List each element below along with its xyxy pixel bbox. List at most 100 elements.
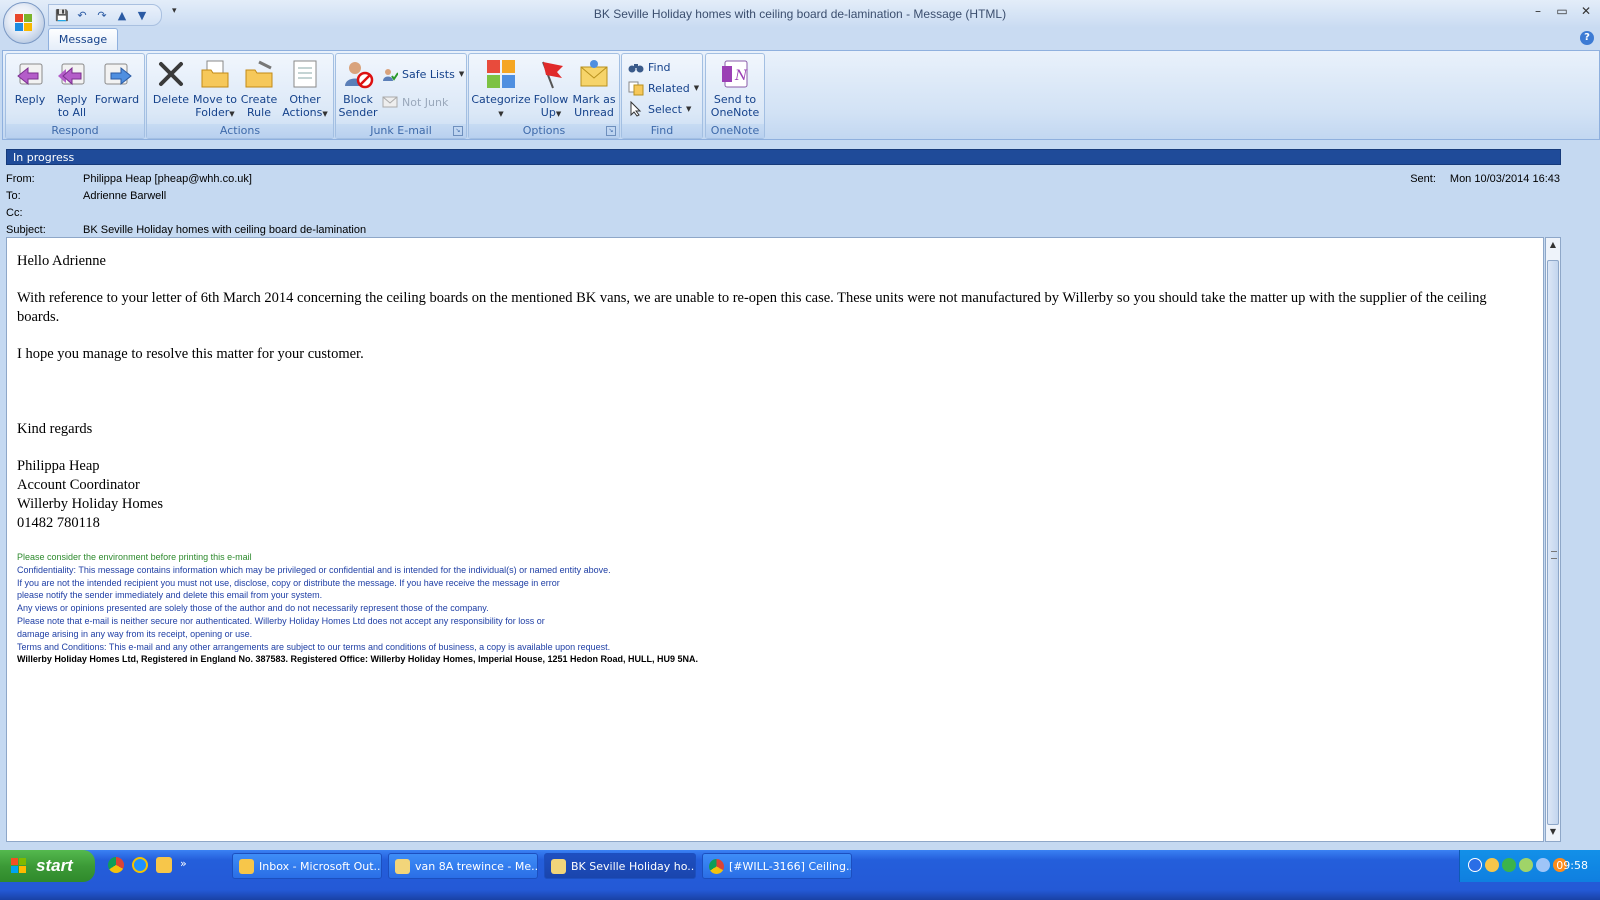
group-label-options: Options bbox=[469, 124, 619, 138]
monitor-icon[interactable] bbox=[1536, 858, 1550, 872]
office-button[interactable] bbox=[3, 2, 45, 44]
taskbar-item[interactable]: Inbox - Microsoft Out... bbox=[232, 853, 382, 879]
sent-value: Mon 10/03/2014 16:43 bbox=[1449, 173, 1560, 185]
clock[interactable]: 09:58 bbox=[1556, 859, 1588, 872]
reply-button[interactable]: Reply bbox=[10, 58, 50, 106]
quick-launch-overflow-icon[interactable]: » bbox=[180, 857, 187, 873]
reply-all-icon bbox=[56, 58, 88, 90]
outlook-tray-icon[interactable] bbox=[1485, 858, 1499, 872]
mark-as-unread-button[interactable]: Mark as Unread bbox=[571, 58, 617, 119]
forward-icon bbox=[101, 58, 133, 90]
dialog-launcher-icon[interactable]: ↘ bbox=[606, 126, 616, 136]
find-button[interactable]: Find bbox=[628, 58, 671, 76]
send-to-onenote-button[interactable]: N Send to OneNote bbox=[708, 58, 762, 119]
internet-explorer-icon[interactable] bbox=[132, 857, 148, 873]
disclaimer-line: Please note that e-mail is neither secur… bbox=[17, 615, 545, 626]
signature-title: Account Coordinator bbox=[17, 477, 140, 493]
create-rule-button[interactable]: Create Rule bbox=[239, 58, 279, 119]
disclaimer-line: If you are not the intended recipient yo… bbox=[17, 577, 560, 588]
chrome-icon bbox=[709, 859, 724, 874]
block-sender-icon bbox=[342, 58, 374, 90]
from-value[interactable]: Philippa Heap [pheap@whh.co.uk] bbox=[83, 173, 252, 185]
move-to-folder-button[interactable]: Move to Folder▼ bbox=[191, 58, 239, 121]
outlook-icon[interactable] bbox=[156, 857, 172, 873]
taskbar-item[interactable]: van 8A trewince - Me... bbox=[388, 853, 538, 879]
safe-lists-icon bbox=[382, 66, 399, 82]
office-logo-icon bbox=[15, 14, 33, 32]
outlook-icon bbox=[239, 859, 254, 874]
chrome-icon[interactable] bbox=[108, 857, 124, 873]
help-icon[interactable]: ? bbox=[1580, 31, 1594, 45]
svg-text:N: N bbox=[734, 68, 748, 84]
vertical-scrollbar[interactable]: ▲ ▼ bbox=[1545, 237, 1561, 842]
not-junk-icon bbox=[382, 94, 398, 110]
windows-flag-icon bbox=[11, 858, 27, 874]
title-bar: 💾 ↶ ↷ ▲ ▼ ▾ BK Seville Holiday homes wit… bbox=[0, 0, 1600, 28]
disclaimer-line: Please consider the environment before p… bbox=[17, 552, 252, 562]
message-body[interactable]: Hello Adrienne With reference to your le… bbox=[6, 237, 1544, 842]
ribbon-tab-row: Message ? bbox=[0, 28, 1600, 51]
tab-message[interactable]: Message bbox=[48, 28, 118, 51]
categorize-icon bbox=[485, 58, 517, 90]
forward-button[interactable]: Forward bbox=[94, 58, 140, 106]
system-tray: 09:58 bbox=[1459, 850, 1600, 882]
to-value[interactable]: Adrienne Barwell bbox=[83, 190, 166, 202]
block-sender-button[interactable]: Block Sender bbox=[338, 58, 378, 119]
chevron-down-icon: ▼ bbox=[498, 110, 504, 118]
select-button[interactable]: Select ▼ bbox=[628, 100, 691, 118]
safe-lists-button[interactable]: Safe Lists ▼ bbox=[382, 65, 464, 83]
from-label: From: bbox=[6, 173, 35, 185]
disclaimer-line: please notify the sender immediately and… bbox=[17, 590, 323, 601]
group-actions: Delete Move to Folder▼ Create Rule Other… bbox=[146, 53, 334, 139]
related-icon bbox=[628, 80, 644, 96]
start-button[interactable]: start bbox=[0, 850, 95, 882]
disclaimer-line: Willerby Holiday Homes Ltd, Registered i… bbox=[17, 654, 698, 665]
scrollbar-thumb[interactable] bbox=[1547, 260, 1559, 825]
taskbar-item[interactable]: [#WILL-3166] Ceiling... bbox=[702, 853, 852, 879]
delete-button[interactable]: Delete bbox=[151, 58, 191, 106]
categorize-button[interactable]: Categorize ▼ bbox=[471, 58, 531, 121]
disclaimer-line: Terms and Conditions: This e-mail and an… bbox=[17, 641, 611, 652]
disclaimer-line: damage arising in any way from its recei… bbox=[17, 628, 253, 639]
other-actions-icon bbox=[289, 58, 321, 90]
chevron-down-icon: ▼ bbox=[693, 84, 700, 92]
not-junk-button[interactable]: Not Junk bbox=[382, 93, 448, 111]
quick-launch: » bbox=[108, 857, 187, 873]
sent-info: Sent: Mon 10/03/2014 16:43 bbox=[1410, 173, 1560, 185]
chevron-down-icon: ▼ bbox=[555, 110, 562, 118]
move-to-folder-icon bbox=[199, 58, 231, 90]
mark-as-unread-icon bbox=[578, 58, 610, 90]
chevron-down-icon: ▼ bbox=[229, 110, 235, 118]
group-find: Find Related ▼ Select ▼ Find bbox=[621, 53, 703, 139]
security-icon[interactable] bbox=[1519, 858, 1533, 872]
scroll-down-icon[interactable]: ▼ bbox=[1548, 827, 1558, 839]
cc-label: Cc: bbox=[6, 207, 23, 219]
disclaimer-line: Confidentiality: This message contains i… bbox=[17, 564, 611, 575]
taskbar-item-active[interactable]: BK Seville Holiday ho... bbox=[544, 853, 696, 879]
message-content: Hello Adrienne With reference to your le… bbox=[17, 252, 1527, 666]
dialog-launcher-icon[interactable]: ↘ bbox=[453, 126, 463, 136]
related-button[interactable]: Related ▼ bbox=[628, 79, 699, 97]
tray-expand-icon[interactable] bbox=[1468, 858, 1482, 872]
signature-phone: 01482 780118 bbox=[17, 515, 100, 531]
signoff: Kind regards bbox=[17, 421, 93, 437]
body-paragraph: With reference to your letter of 6th Mar… bbox=[17, 290, 1487, 325]
group-label-respond: Respond bbox=[6, 124, 144, 138]
follow-up-flag-icon bbox=[535, 58, 567, 90]
grip-icon bbox=[1551, 551, 1557, 559]
scroll-up-icon[interactable]: ▲ bbox=[1548, 240, 1558, 252]
group-label-find: Find bbox=[622, 124, 702, 138]
restore-button[interactable]: ▭ bbox=[1554, 4, 1570, 18]
envelope-icon bbox=[395, 859, 410, 874]
other-actions-button[interactable]: Other Actions▼ bbox=[281, 58, 329, 121]
minimize-button[interactable]: – bbox=[1530, 4, 1546, 18]
network-icon[interactable] bbox=[1502, 858, 1516, 872]
reply-all-button[interactable]: Reply to All bbox=[52, 58, 92, 119]
group-junk-email: Block Sender Safe Lists ▼ Not Junk Junk E… bbox=[335, 53, 467, 139]
close-button[interactable]: ✕ bbox=[1578, 4, 1594, 18]
taskbar: start » Inbox - Microsoft Out... van 8A … bbox=[0, 850, 1600, 900]
follow-up-button[interactable]: Follow Up▼ bbox=[531, 58, 571, 121]
onenote-icon: N bbox=[719, 58, 751, 90]
group-respond: Reply Reply to All Forward Respond bbox=[5, 53, 145, 139]
subject-label: Subject: bbox=[6, 224, 46, 236]
